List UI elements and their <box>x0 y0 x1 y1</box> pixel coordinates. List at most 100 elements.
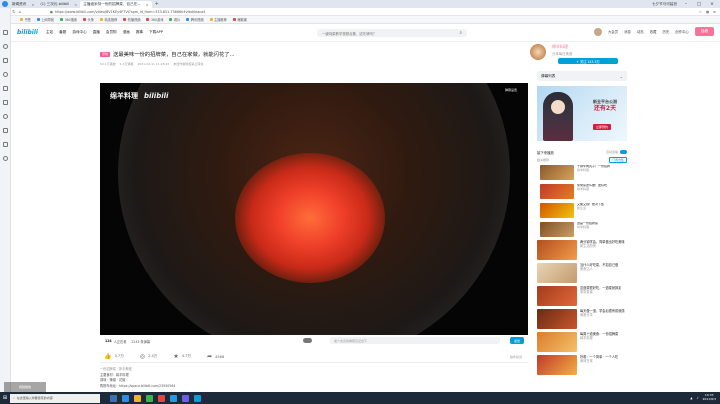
list-item[interactable]: 家常菜这么做！更好吃 绵羊料理 <box>540 184 628 201</box>
nav-item[interactable]: 主站 <box>46 30 53 35</box>
new-tab-button[interactable]: + <box>155 1 159 7</box>
danmaku-input[interactable]: 发个友善的弹幕见证当下 <box>330 337 500 344</box>
app-icon[interactable] <box>170 394 177 402</box>
sidebar-note-icon[interactable] <box>2 128 8 133</box>
taskbar-clock[interactable]: 16:33 2021/8/3 <box>703 394 716 401</box>
task-view-icon[interactable] <box>110 394 117 402</box>
bookmark-item[interactable]: 上网导航 <box>36 17 54 22</box>
autoplay-toggle[interactable]: 自动连播 <box>606 150 627 154</box>
header-dynamic[interactable]: 动态 <box>637 29 644 34</box>
sidebar-tools-icon[interactable] <box>2 100 8 105</box>
list-item[interactable]: 这道菜很好吃，一道菜就搞定 家常菜谱 <box>537 286 627 308</box>
app-icon[interactable] <box>182 394 189 402</box>
bookmark-item[interactable]: 头条 <box>83 17 94 22</box>
volume-icon[interactable]: ♪ <box>697 396 699 400</box>
favorite-button[interactable]: ★ 4.7万 <box>173 353 191 360</box>
floating-widget[interactable]: 视频播放 <box>4 382 46 392</box>
nav-item[interactable]: 直播 <box>93 30 100 35</box>
home-icon[interactable]: ⌂ <box>19 9 22 14</box>
sidebar-shop-icon[interactable] <box>2 142 8 147</box>
uploader-avatar[interactable] <box>530 44 546 60</box>
extensions-icon[interactable]: ▦ <box>706 10 709 14</box>
nav-item[interactable]: 赛事 <box>136 30 143 35</box>
star-icon[interactable]: ☆ <box>699 10 702 14</box>
sidebar-chat-icon[interactable] <box>2 114 8 119</box>
tab-news[interactable]: 新闻资讯 × <box>9 1 37 8</box>
minimize-icon[interactable]: – <box>682 2 690 7</box>
user-avatar[interactable] <box>593 27 602 36</box>
windows-start-icon[interactable]: ⊞ <box>0 392 10 404</box>
bookmark-item[interactable]: 热播视频 <box>123 17 140 22</box>
list-item[interactable]: 当什么好吃菜，不如自己做 美食达人 <box>537 263 627 285</box>
bookmark-item[interactable]: 360游戏 <box>146 17 163 22</box>
nav-item[interactable]: 番剧 <box>59 30 66 35</box>
nav-item[interactable]: 下载APP <box>149 30 163 35</box>
nav-item[interactable]: 游戏中心 <box>72 30 86 35</box>
list-item[interactable]: 好看：一个简单 · 一个人吃 美味日常 <box>537 355 627 377</box>
menu-icon[interactable]: ≡ <box>713 10 716 14</box>
app-icon[interactable] <box>158 394 165 402</box>
app-icon[interactable] <box>146 394 153 402</box>
maximize-icon[interactable]: □ <box>695 2 703 7</box>
sidebar-video-icon[interactable] <box>2 86 8 91</box>
list-item[interactable]: 每天做一道，学会后很有成就感 美食分享 <box>537 309 627 331</box>
app-icon[interactable] <box>194 394 201 402</box>
tab-close-icon[interactable]: × <box>146 3 149 7</box>
follow-button[interactable]: + 关注 143.5万 <box>558 58 618 64</box>
uploader-name[interactable]: 绵羊料理 <box>552 44 572 50</box>
video-meta: 10.1万播放 1.3万弹幕 2021-04-11 11:28:42 未经作者授… <box>100 62 204 66</box>
url-field[interactable]: ● https://www.bilibili.com/video/BV1KEy4… <box>50 9 310 15</box>
tab-bilibili-home[interactable]: (1) 三次元-bilibili × <box>37 1 80 8</box>
bookmark-item[interactable]: 360搜索 <box>60 17 77 22</box>
tab-current-video[interactable]: 主播迪米特一份的招牌菜，自己在... × <box>80 1 152 8</box>
bilibili-logo[interactable]: bilibili <box>17 29 38 36</box>
header-favorites[interactable]: 收藏 <box>650 29 657 34</box>
list-item[interactable]: 干锅牛肉丸子！一份招牌 绵羊料理 <box>540 165 628 182</box>
header-vip[interactable]: 大会员 <box>608 29 618 34</box>
list-item[interactable]: 两分钟学会，简单做出好吃美味 新生活厨房 <box>537 240 627 262</box>
file-explorer-icon[interactable] <box>134 394 141 402</box>
bookmark-item[interactable]: 精选推荐 <box>99 17 117 22</box>
browser-app-icon[interactable] <box>122 394 129 402</box>
list-item[interactable]: 这是一份招牌菜 绵羊料理 <box>540 222 628 239</box>
nav-item[interactable]: 会员购 <box>106 30 117 35</box>
send-danmaku-button[interactable]: 发送 <box>510 337 524 344</box>
like-button[interactable]: 👍 3.7万 <box>104 353 124 360</box>
header-messages[interactable]: 消息 <box>624 29 631 34</box>
bookmark-item[interactable]: 爆款娱 <box>232 17 247 22</box>
danmaku-list-toggle[interactable]: 弹幕列表 ⌄ <box>537 71 627 81</box>
sidebar-favorites-icon[interactable] <box>2 30 8 35</box>
search-input[interactable]: 一键炖菜教学视频合集，这吃够吗？ ⌕ <box>317 29 467 37</box>
tab-close-icon[interactable]: × <box>74 3 77 7</box>
search-icon[interactable]: ⌕ <box>459 30 462 36</box>
list-item[interactable]: 又酸又辣！绝对下饭 新生活 <box>540 203 628 220</box>
share-button[interactable]: ➦ 4568 <box>207 353 224 360</box>
tab-close-icon[interactable]: × <box>31 3 34 7</box>
danmaku-toggle[interactable] <box>303 338 312 343</box>
video-player[interactable]: 绵羊料理 bilibili 弹幕设置 <box>100 83 528 335</box>
sidebar-history-icon[interactable] <box>2 44 8 49</box>
sidebar-settings-icon[interactable] <box>2 156 8 161</box>
sidebar-game-icon[interactable] <box>2 72 8 77</box>
close-window-icon[interactable]: × <box>708 2 716 7</box>
bookmark-item[interactable]: 主播推荐 <box>209 17 227 22</box>
refresh-icon[interactable]: ↻ <box>12 9 15 14</box>
ad-banner[interactable]: 新全平台公测 还有2天 立即预约 <box>537 86 627 141</box>
coin-button[interactable]: ◎ 2.4万 <box>140 353 158 360</box>
network-icon[interactable]: ▲ <box>690 396 692 400</box>
ad-reserve-button[interactable]: 立即预约 <box>593 124 612 130</box>
danmaku-settings-button[interactable]: 弹幕设置 <box>501 87 520 93</box>
report-link[interactable]: 稿件投诉 <box>510 355 528 359</box>
bookmark-item[interactable]: 书签 <box>20 17 31 22</box>
header-creator[interactable]: 创作中心 <box>675 29 689 34</box>
nav-item[interactable]: 漫画 <box>123 30 130 35</box>
header-history[interactable]: 历史 <box>662 29 669 34</box>
bookmark-item[interactable]: 腾讯视频 <box>186 17 204 22</box>
upload-button[interactable]: 投稿 <box>694 27 714 36</box>
subscribe-collection-button[interactable]: 订阅合集 <box>608 156 627 163</box>
sidebar-download-icon[interactable] <box>2 58 8 63</box>
list-item[interactable]: 每周十道美食：一份招牌菜 绵羊料理 <box>537 332 627 354</box>
bookmark-item[interactable]: 看片 <box>169 17 180 22</box>
bookmark-icon <box>209 18 213 21</box>
taskbar-search-input[interactable]: ⌕ 在这里输入你要搜索的内容 <box>10 393 100 403</box>
